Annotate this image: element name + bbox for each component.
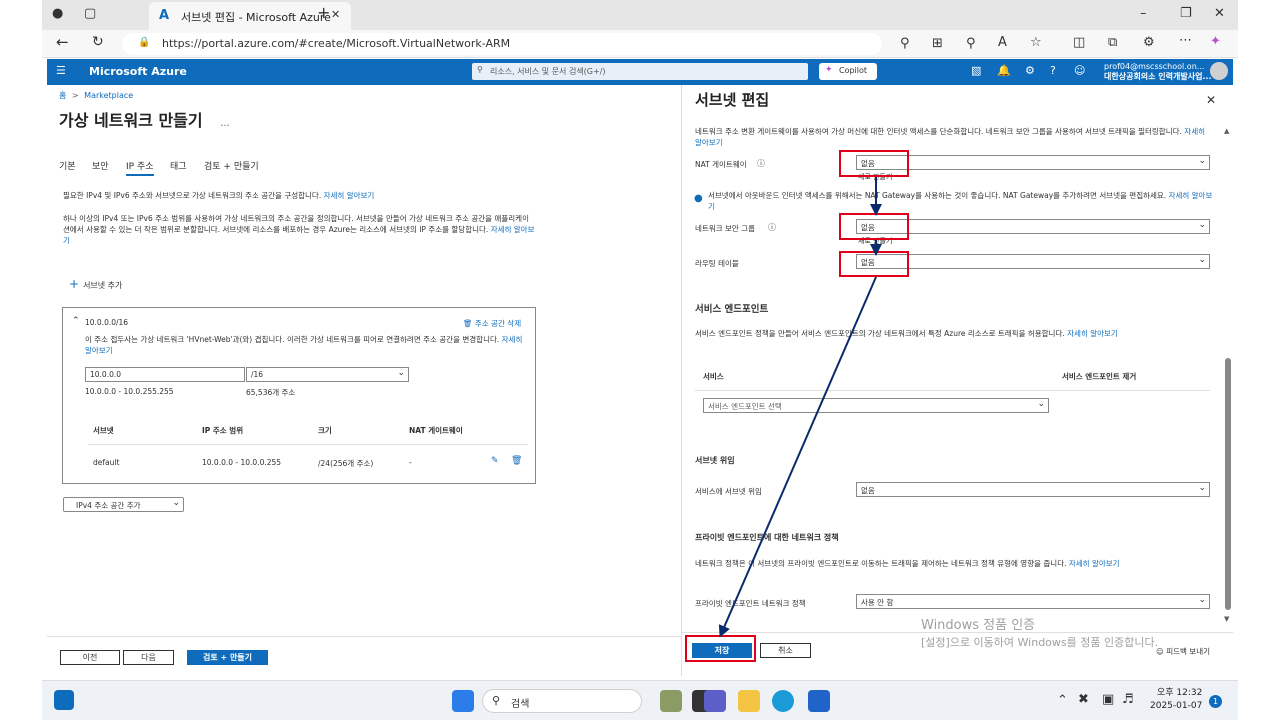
arrow-route-to-save: [718, 276, 877, 638]
clock[interactable]: 오후 12:32 2025-01-07: [1150, 687, 1202, 713]
notification-badge[interactable]: 1: [1209, 695, 1222, 708]
teams-icon[interactable]: [704, 690, 726, 712]
copilot-app-icon[interactable]: [660, 690, 682, 712]
tray-chevron-icon[interactable]: ⌃: [1057, 694, 1068, 707]
taskbar-search-label: 검색: [511, 699, 530, 710]
clock-time: 오후 12:32: [1156, 688, 1203, 698]
taskbar-search[interactable]: ⚲ 검색: [482, 689, 642, 713]
start-icon[interactable]: [452, 690, 474, 712]
file-explorer-icon[interactable]: [738, 690, 760, 712]
store-icon[interactable]: [808, 690, 830, 712]
screen: ● ▢ A 서브넷 편집 - Microsoft Azure ✕ + – ❐ ✕…: [0, 0, 1280, 720]
search-icon: ⚲: [492, 694, 501, 707]
volume-icon[interactable]: ♬: [1122, 693, 1134, 706]
edge-icon[interactable]: [772, 690, 794, 712]
tray-status-icon[interactable]: ✖: [1078, 693, 1089, 706]
activation-watermark-title: Windows 정품 인증: [921, 618, 1036, 633]
clock-date: 2025-01-07: [1150, 701, 1203, 711]
annotation-arrows: [718, 177, 882, 638]
widgets-icon[interactable]: [54, 690, 74, 710]
taskbar: ⚲ 검색 ⌃ ✖ ▣ ♬ 오후 12:32 2025-01-07 1: [42, 680, 1238, 720]
network-icon[interactable]: ▣: [1102, 693, 1114, 706]
activation-watermark-text: [설정]으로 이동하여 Windows를 정품 인증합니다.: [921, 636, 1159, 649]
